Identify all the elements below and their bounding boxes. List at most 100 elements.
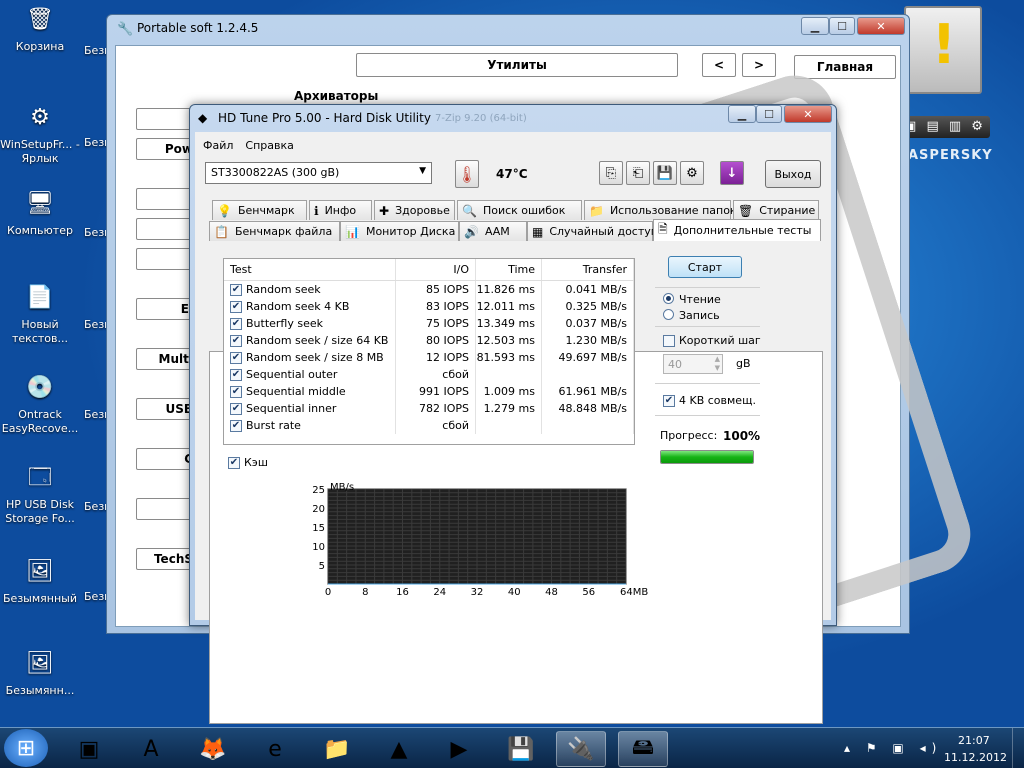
read-radio[interactable]: Чтение [663, 293, 721, 306]
screenshot-tool-icon[interactable]: ▣ [64, 731, 114, 767]
row-checkbox[interactable]: ✔ [230, 300, 242, 313]
cell-test: ✔ Random seek / size 8 MB [224, 349, 396, 366]
internet-explorer-icon[interactable]: e [250, 731, 300, 767]
recycle-bin-icon: 🗑 [26, 7, 54, 32]
options-icon[interactable]: ⚙ [680, 161, 704, 185]
chart-xtick-label: 64MB [620, 587, 648, 598]
cell-io: 80 IOPS [396, 332, 476, 349]
home-button[interactable]: Главная [794, 55, 896, 79]
row-checkbox[interactable]: ✔ [230, 419, 242, 432]
cell-test: ✔ Random seek [224, 281, 396, 298]
desktop-icon[interactable]: 🖼 Безымянн... [0, 648, 80, 698]
copy-icon[interactable]: ⎘ [599, 161, 623, 185]
drive-select[interactable]: ST3300822AS (300 gB) ▼ [205, 162, 432, 184]
cell-test: ✔ Sequential middle [224, 383, 396, 400]
desktop-icon[interactable]: 📄 Новый текстов... [0, 282, 80, 346]
tab-label: Случайный доступ [549, 225, 658, 238]
utilities-button[interactable]: Утилиты [356, 53, 678, 77]
explorer-folder-icon[interactable]: 📁 [312, 731, 362, 767]
file-benchmark-icon: 📋 [214, 224, 229, 239]
menu-file[interactable]: Файл [197, 136, 239, 154]
firefox-icon[interactable]: 🦊 [188, 731, 238, 767]
desktop-icon[interactable]: 💿 Ontrack EasyRecove... [0, 372, 80, 436]
align-4kb-checkbox[interactable]: ✔ 4 KB совмещ. [663, 394, 756, 407]
hdtune-maximize-button[interactable]: ☐ [756, 105, 782, 123]
table-row[interactable]: ✔ Burst rate сбой [224, 417, 634, 434]
tab-label: Стирание [759, 204, 816, 217]
desktop-icon-label: WinSetupFr... - Ярлык [0, 138, 80, 165]
autocad-icon[interactable]: A [126, 731, 176, 767]
hard-disk-icon[interactable]: 🖴 [618, 731, 668, 767]
table-row[interactable]: ✔ Random seek 85 IOPS 11.826 ms 0.041 MB/s [224, 281, 634, 298]
desktop-icon[interactable]: 🖼 Безымянный [0, 556, 80, 606]
row-checkbox[interactable]: ✔ [230, 368, 242, 381]
show-desktop-button[interactable] [1012, 728, 1024, 768]
header-io[interactable]: I/O [396, 259, 476, 280]
hdtune-minimize-button[interactable]: ▁ [728, 105, 756, 123]
row-checkbox[interactable]: ✔ [230, 317, 242, 330]
tab-health[interactable]: ✚ Здоровье [374, 200, 455, 220]
short-stroke-input[interactable]: 40 ▲ ▼ [663, 354, 723, 374]
exit-button[interactable]: Выход [765, 160, 821, 188]
cell-io: сбой [396, 366, 476, 383]
row-checkbox[interactable]: ✔ [230, 283, 242, 296]
tab-random-access[interactable]: ▦ Случайный доступ [527, 221, 658, 241]
copy-all-icon[interactable]: ⎗ [626, 161, 650, 185]
tab-error-scan[interactable]: 🔍 Поиск ошибок [457, 200, 582, 220]
clock-time[interactable]: 21:07 [958, 734, 990, 747]
desktop-icon[interactable]: ⚙ WinSetupFr... - Ярлык [0, 102, 80, 166]
download-icon[interactable]: ↓ [720, 161, 744, 185]
short-stroke-checkbox[interactable]: Короткий шаг [663, 334, 761, 347]
menu-help[interactable]: Справка [239, 136, 299, 154]
table-row[interactable]: ✔ Random seek / size 64 KB 80 IOPS 12.503 m… [224, 332, 634, 349]
start-button[interactable]: Старт [668, 256, 742, 278]
tab-aam[interactable]: 🔊 AAM [459, 221, 527, 241]
header-transfer[interactable]: Transfer [542, 259, 634, 280]
usb-drive-icon[interactable]: 🔌 [556, 731, 606, 767]
desktop-icon[interactable]: 🖥 Компьютер [0, 188, 80, 238]
clock-date[interactable]: 11.12.2012 [944, 751, 1007, 764]
table-row[interactable]: ✔ Random seek / size 8 MB 12 IOPS 81.593 ms… [224, 349, 634, 366]
table-row[interactable]: ✔ Sequential inner 782 IOPS 1.279 ms 48.848 … [224, 400, 634, 417]
chart-xtick-label: 8 [362, 587, 368, 598]
tab-disk-monitor[interactable]: 📊 Монитор Диска [340, 221, 459, 241]
tab-file-benchmark[interactable]: 📋 Бенчмарк файла [209, 221, 340, 241]
table-row[interactable]: ✔ Butterfly seek 75 IOPS 13.349 ms 0.037 MB/… [224, 315, 634, 332]
align-4kb-label: 4 KB совмещ. [679, 394, 756, 407]
tab-info[interactable]: ℹ Инфо [309, 200, 372, 220]
tab-benchmark[interactable]: 💡 Бенчмарк [212, 200, 307, 220]
desktop-icon-label: Ontrack EasyRecove... [1, 408, 79, 435]
media-player-icon[interactable]: ▶ [434, 731, 484, 767]
table-row[interactable]: ✔ Random seek 4 KB 83 IOPS 12.011 ms 0.325 M… [224, 298, 634, 315]
tab-extra-tests[interactable]: 🗎 Дополнительные тесты [653, 219, 821, 241]
start-orb-icon[interactable]: ⊞ [4, 729, 48, 767]
vlc-icon[interactable]: ▲ [374, 731, 424, 767]
erase-icon: 🗑 [738, 203, 754, 218]
row-checkbox[interactable]: ✔ [230, 385, 242, 398]
tab-folder-usage[interactable]: 📁 Использование папок [584, 200, 737, 220]
floppy-icon[interactable]: 💾 [496, 731, 546, 767]
desktop-icon[interactable]: 🗔 HP USB Disk Storage Fo... [0, 462, 80, 526]
header-time[interactable]: Time [476, 259, 542, 280]
table-row[interactable]: ✔ Sequential middle 991 IOPS 1.009 ms 61.961… [224, 383, 634, 400]
table-row[interactable]: ✔ Sequential outer сбой [224, 366, 634, 383]
hdtune-close-button[interactable]: ✕ [784, 105, 832, 123]
write-radio[interactable]: Запись [663, 309, 720, 322]
cell-transfer [542, 417, 634, 434]
minimize-button[interactable]: ▁ [801, 17, 829, 35]
header-test[interactable]: Test [224, 259, 396, 280]
prev-button[interactable]: < [702, 53, 736, 77]
row-checkbox[interactable]: ✔ [230, 334, 242, 347]
row-checkbox[interactable]: ✔ [230, 351, 242, 364]
short-stroke-label: Короткий шаг [679, 334, 761, 347]
row-checkbox[interactable]: ✔ [230, 402, 242, 415]
save-icon[interactable]: 💾 [653, 161, 677, 185]
tab-erase[interactable]: 🗑 Стирание [733, 200, 819, 220]
close-button[interactable]: ✕ [857, 17, 905, 35]
results-table: Test I/O Time Transfer ✔ Random seek 85 IO… [223, 258, 635, 445]
next-button[interactable]: > [742, 53, 776, 77]
cache-checkbox[interactable]: ✔ Кэш [228, 456, 268, 469]
desktop-icon[interactable]: 🗑 Корзина [0, 4, 80, 54]
chart-ylabel: MB/s [330, 482, 354, 493]
maximize-button[interactable]: ☐ [829, 17, 855, 35]
